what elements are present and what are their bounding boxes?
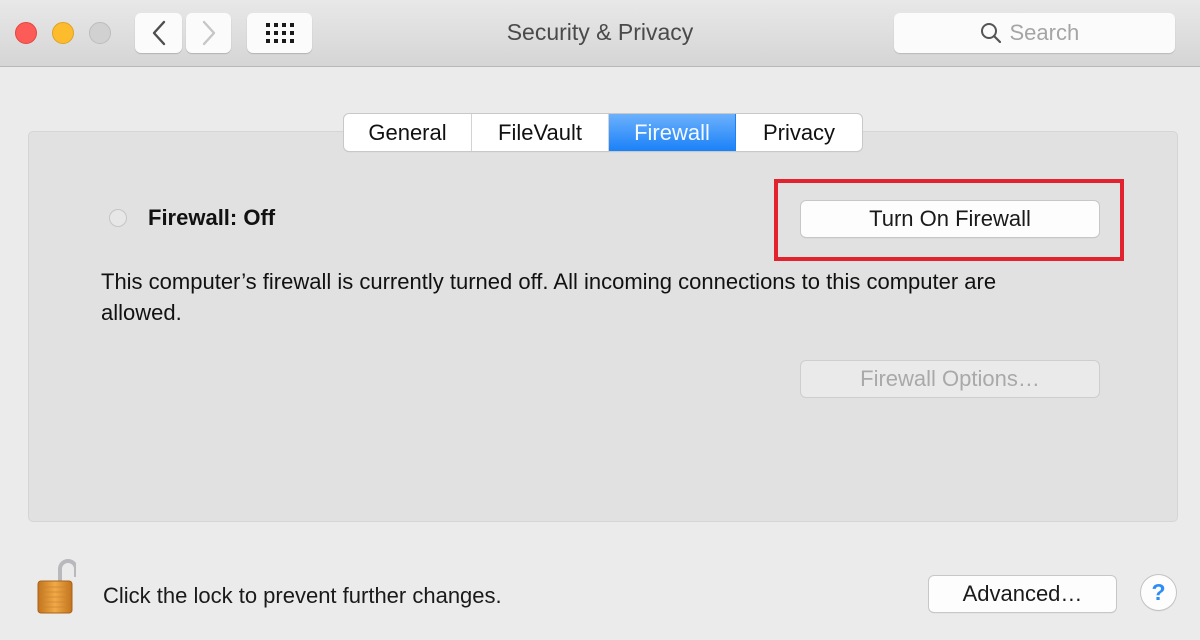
advanced-button[interactable]: Advanced… [929, 576, 1116, 612]
security-privacy-window: Security & Privacy General FileVault Fir… [0, 0, 1200, 640]
firewall-description: This computer’s firewall is currently tu… [101, 269, 997, 325]
tab-filevault[interactable]: FileVault [472, 114, 609, 151]
forward-button[interactable] [186, 13, 231, 53]
back-button[interactable] [135, 13, 182, 53]
search-field[interactable] [894, 13, 1175, 53]
tab-privacy[interactable]: Privacy [736, 114, 862, 151]
title-bar: Security & Privacy [0, 0, 1200, 67]
firewall-options-button[interactable]: Firewall Options… [801, 361, 1099, 397]
firewall-status-label: Firewall: Off [148, 205, 276, 230]
window-title: Security & Privacy [506, 19, 694, 45]
tab-general[interactable]: General [344, 114, 472, 151]
search-input[interactable] [1009, 20, 1090, 46]
grid-icon [265, 23, 294, 43]
unlocked-padlock-icon[interactable] [36, 557, 76, 615]
close-window-button[interactable] [15, 22, 37, 44]
turn-on-firewall-button[interactable]: Turn On Firewall [801, 201, 1099, 237]
lock-instruction-text: Click the lock to prevent further change… [103, 583, 502, 608]
firewall-status-indicator [109, 209, 127, 227]
zoom-window-button[interactable] [89, 22, 111, 44]
chevron-left-icon [152, 20, 165, 46]
minimize-window-button[interactable] [52, 22, 74, 44]
help-button[interactable]: ? [1141, 575, 1176, 610]
search-icon [980, 23, 1001, 44]
tab-firewall[interactable]: Firewall [609, 114, 736, 151]
chevron-right-icon [202, 20, 215, 46]
tab-bar: General FileVault Firewall Privacy [344, 114, 862, 151]
show-all-button[interactable] [247, 13, 312, 53]
